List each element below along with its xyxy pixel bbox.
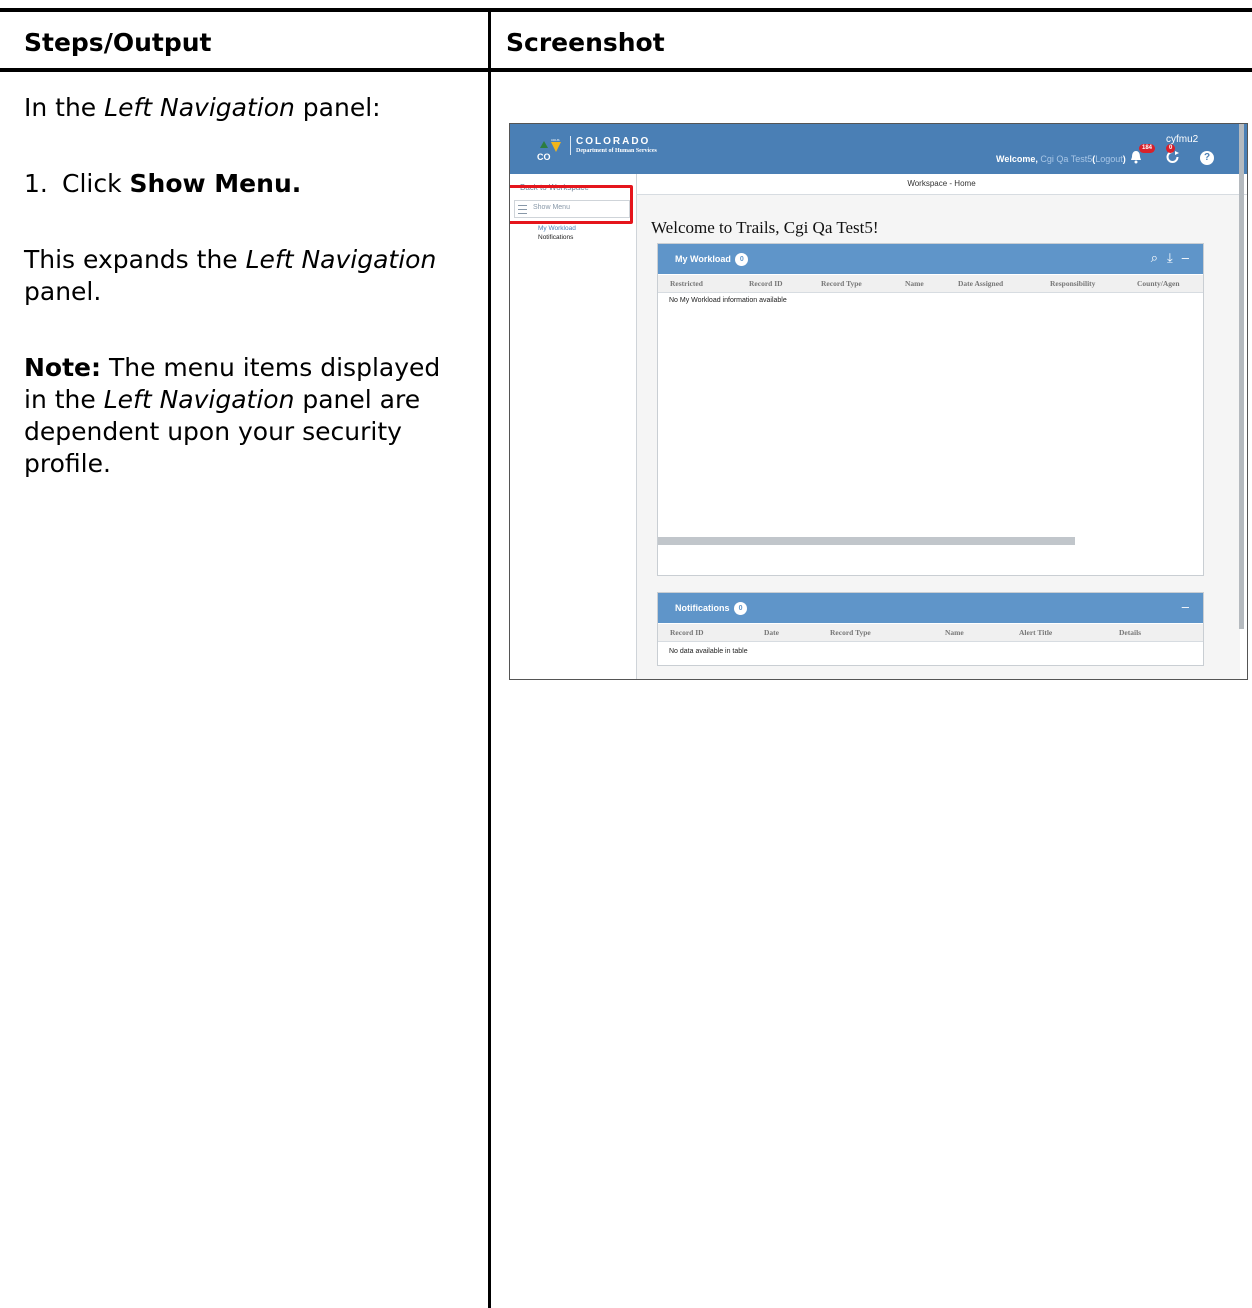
workload-column-headers: Restricted Record ID Record Type Name Da… (658, 275, 1203, 293)
col-record-id[interactable]: Record ID (749, 279, 783, 288)
horizontal-scrollbar[interactable] (658, 537, 1075, 545)
screenshot-column-header: Screenshot (506, 28, 665, 57)
collapse-icon[interactable]: – (1182, 250, 1189, 265)
col-record-id[interactable]: Record ID (670, 628, 704, 637)
notifications-column-headers: Record ID Date Record Type Name Alert Ti… (658, 624, 1203, 642)
intro-paragraph: In the Left Navigation panel: (24, 93, 381, 122)
step-1: 1. Click Show Menu. (24, 169, 302, 198)
my-workload-header: My Workload 0 ⌕ ⤓ – (658, 244, 1203, 274)
logout-link[interactable]: Logout (1095, 154, 1123, 164)
download-icon[interactable]: ⤓ (1167, 250, 1173, 265)
app-header: CO CDHS COLORADO Department of Human Ser… (510, 124, 1247, 174)
search-icon[interactable]: ⌕ (1151, 250, 1158, 265)
my-workload-panel: My Workload 0 ⌕ ⤓ – Restricted Record ID R… (657, 243, 1204, 576)
svg-text:CDHS: CDHS (551, 138, 560, 142)
nav-my-workload[interactable]: My Workload (538, 225, 576, 232)
col-date-assigned[interactable]: Date Assigned (958, 279, 1003, 288)
user-name-link[interactable]: Cgi Qa Test5 (1040, 154, 1092, 164)
nav-notifications[interactable]: Notifications (538, 234, 573, 241)
steps-text: In the Left Navigation panel: 1. Click Sh… (24, 92, 464, 480)
notifications-header: Notifications 0 – (658, 593, 1203, 623)
collapse-icon[interactable]: – (1182, 599, 1189, 614)
col-restricted[interactable]: Restricted (670, 279, 703, 288)
expand-paragraph: This expands the Left Navigation panel. (24, 245, 437, 306)
column-divider (488, 8, 491, 1308)
col-date[interactable]: Date (764, 628, 779, 637)
svg-text:CO: CO (537, 152, 551, 162)
col-name[interactable]: Name (905, 279, 924, 288)
notifications-badge: 184 (1139, 144, 1156, 153)
colorado-logo-icon: CO CDHS (537, 138, 561, 162)
col-record-type[interactable]: Record Type (830, 628, 871, 637)
breadcrumb: Workspace - Home (636, 174, 1247, 195)
workload-count-badge: 0 (735, 253, 749, 266)
col-alert-title[interactable]: Alert Title (1019, 628, 1052, 637)
brand-text: COLORADO Department of Human Services (570, 136, 657, 155)
col-name[interactable]: Name (945, 628, 964, 637)
callout-highlight-box (510, 185, 633, 224)
table-top-border (0, 8, 1252, 12)
col-responsibility[interactable]: Responsibility (1050, 279, 1095, 288)
left-navigation: Back to Workspace Show Menu My Workload … (510, 174, 637, 679)
col-county-agency[interactable]: County/Agen (1137, 279, 1180, 288)
notifications-count-badge: 0 (734, 602, 748, 615)
notifications-panel: Notifications 0 – Record ID Date Record … (657, 592, 1204, 666)
col-details[interactable]: Details (1119, 628, 1141, 637)
welcome-text: Welcome, Cgi Qa Test5(Logout) (996, 154, 1126, 164)
notifications-empty-message: No data available in table (669, 648, 748, 655)
steps-column-header: Steps/Output (24, 28, 212, 57)
vertical-scrollbar-thumb[interactable] (1239, 124, 1244, 629)
header-bottom-border (0, 68, 1252, 72)
help-icon[interactable]: ? (1200, 151, 1214, 165)
app-screenshot: CO CDHS COLORADO Department of Human Ser… (509, 123, 1248, 680)
col-record-type[interactable]: Record Type (821, 279, 862, 288)
workload-empty-message: No My Workload information available (669, 297, 787, 304)
page-title: Welcome to Trails, Cgi Qa Test5! (651, 218, 879, 237)
note-paragraph: Note: The menu items displayed in the Le… (24, 353, 441, 478)
